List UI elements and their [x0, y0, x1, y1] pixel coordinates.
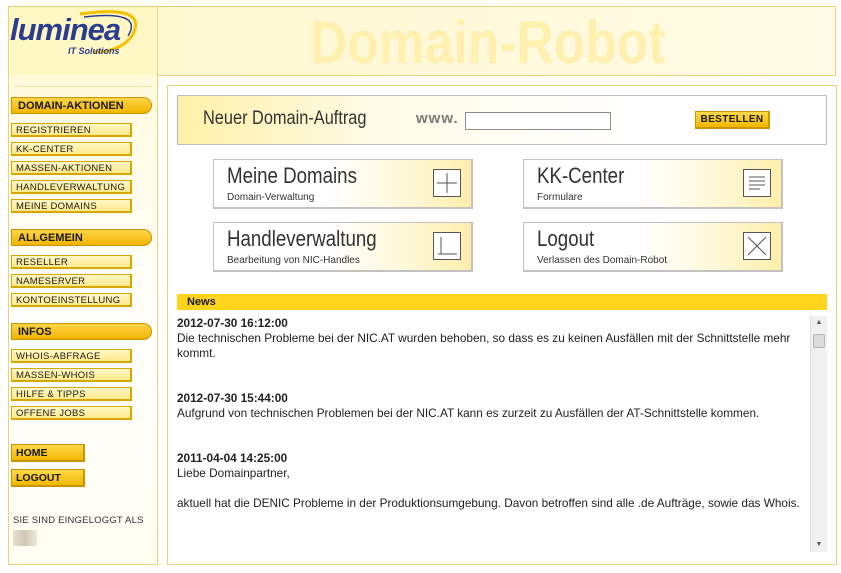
nav-hilfe-tipps[interactable]: HILFE & TIPPS [11, 387, 132, 401]
news-item: 2012-07-30 16:12:00 Die technischen Prob… [177, 316, 809, 361]
tile-subtitle: Formulare [537, 192, 583, 203]
plus-grid-icon [433, 169, 461, 197]
tile-meine-domains[interactable]: Meine Domains Domain-Verwaltung [213, 159, 473, 209]
news-scrollbar[interactable]: ▲ ▼ [810, 316, 827, 552]
home-button[interactable]: HOME [11, 444, 85, 462]
nav-offene-jobs[interactable]: OFFENE JOBS [11, 406, 132, 420]
scroll-thumb[interactable] [813, 334, 825, 348]
news-text: aktuell hat die DENIC Probleme in der Pr… [177, 496, 800, 510]
order-title: Neuer Domain-Auftrag [203, 108, 367, 129]
section-heading-allgemein: ALLGEMEIN [11, 229, 152, 246]
news-date: 2012-07-30 16:12:00 [177, 316, 288, 330]
tile-title: Meine Domains [227, 163, 357, 188]
nav-massen-aktionen[interactable]: MASSEN-AKTIONEN [11, 161, 132, 175]
bestellen-button[interactable]: BESTELLEN [695, 111, 770, 129]
nav-registrieren[interactable]: REGISTRIEREN [11, 123, 132, 137]
domain-input[interactable] [465, 112, 611, 130]
nav-handleverwaltung[interactable]: HANDLEVERWALTUNG [11, 180, 132, 194]
nav-massen-whois[interactable]: MASSEN-WHOIS [11, 368, 132, 382]
logged-in-label: SIE SIND EINGELOGGT ALS [13, 515, 144, 526]
header-title-watermark: Domain-Robot [310, 9, 666, 76]
tile-subtitle: Bearbeitung von NIC-Handles [227, 255, 360, 266]
nav-kk-center[interactable]: KK-CENTER [11, 142, 132, 156]
tile-subtitle: Domain-Verwaltung [227, 192, 315, 203]
news-text: Aufgrund von technischen Problemen bei d… [177, 406, 760, 420]
tile-title: Handleverwaltung [227, 226, 377, 251]
nav-meine-domains[interactable]: MEINE DOMAINS [11, 199, 132, 213]
tile-handleverwaltung[interactable]: Handleverwaltung Bearbeitung von NIC-Han… [213, 222, 473, 272]
news-scroll-area[interactable]: 2012-07-30 16:12:00 Die technischen Prob… [177, 316, 827, 552]
nav-kontoeinstellung[interactable]: KONTOEINSTELLUNG [11, 293, 132, 307]
nav-whois-abfrage[interactable]: WHOIS-ABFRAGE [11, 349, 132, 363]
close-x-icon [743, 232, 771, 260]
news-text: Die technischen Probleme bei der NIC.AT … [177, 331, 791, 360]
news-item: 2012-07-30 15:44:00 Aufgrund von technis… [177, 391, 809, 421]
logo-tagline: IT Solutions [68, 46, 120, 56]
news-date: 2011-04-04 14:25:00 [177, 451, 288, 465]
nav-reseller[interactable]: RESELLER [11, 255, 132, 269]
tile-title: KK-Center [537, 163, 625, 188]
tile-title: Logout [537, 226, 595, 251]
logo-wordmark: luminea [10, 12, 121, 47]
corner-bracket-icon [433, 232, 461, 260]
nav-nameserver[interactable]: NAMESERVER [11, 274, 132, 288]
logout-button[interactable]: LOGOUT [11, 469, 85, 487]
section-heading-infos: INFOS [11, 323, 152, 340]
tile-subtitle: Verlassen des Domain-Robot [537, 255, 668, 266]
news-text: Liebe Domainpartner, [177, 466, 290, 480]
sidebar-divider [14, 86, 152, 87]
luminea-logo[interactable]: luminea IT Solutions [10, 8, 160, 60]
tile-logout[interactable]: Logout Verlassen des Domain-Robot [523, 222, 783, 272]
logged-in-user-avatar [13, 530, 37, 546]
www-prefix: www. [416, 110, 459, 127]
news-date: 2012-07-30 15:44:00 [177, 391, 288, 405]
news-heading: News [177, 294, 827, 310]
tile-kk-center[interactable]: KK-Center Formulare [523, 159, 783, 209]
news-item: 2011-04-04 14:25:00 Liebe Domainpartner,… [177, 451, 809, 511]
news-list: 2012-07-30 16:12:00 Die technischen Prob… [177, 316, 809, 541]
form-lines-icon [743, 169, 771, 197]
section-heading-domain-aktionen: DOMAIN-AKTIONEN [11, 97, 152, 114]
scroll-down-arrow-icon[interactable]: ▼ [811, 538, 827, 552]
scroll-up-arrow-icon[interactable]: ▲ [811, 316, 827, 330]
